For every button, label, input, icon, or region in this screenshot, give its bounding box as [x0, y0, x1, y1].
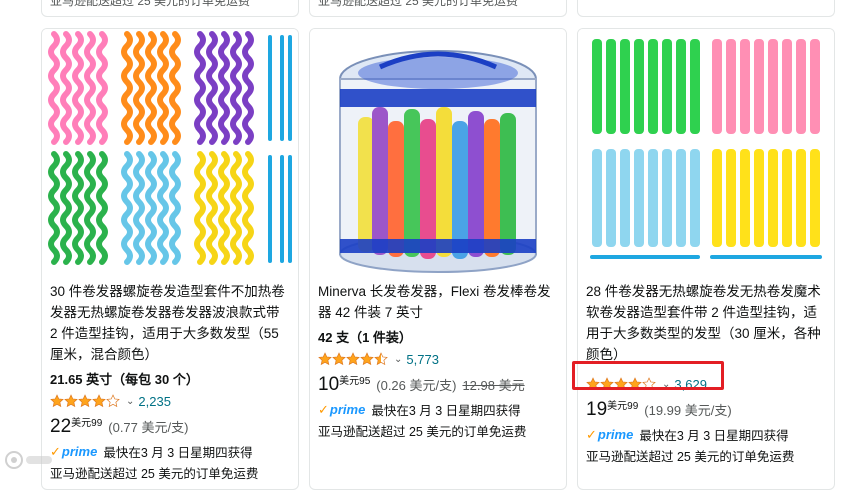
- star-icon: [360, 352, 374, 366]
- prime-delivery: ✓ prime 最快在3 月 3 日星期四获得: [318, 400, 558, 419]
- shipping-text: 亚马逊配送超过 25 美元的订单免运费: [318, 425, 527, 439]
- price[interactable]: 19美元99: [586, 399, 638, 421]
- delivery-text: 最快在3 月 3 日星期四获得: [639, 429, 789, 443]
- star-icon: [64, 394, 78, 408]
- chevron-down-icon[interactable]: ⌄: [394, 354, 402, 365]
- price-row: 19美元99 (19.99 美元/支): [586, 399, 826, 421]
- chevron-down-icon[interactable]: ⌄: [126, 396, 134, 407]
- price[interactable]: 10美元95: [318, 374, 370, 396]
- rating-highlight-box: [572, 361, 724, 390]
- size-label: 42 支（1 件装）: [318, 330, 412, 345]
- product-image[interactable]: [578, 29, 834, 274]
- prime-badge: ✓ prime: [318, 401, 366, 418]
- prime-delivery: ✓ prime 最快在3 月 3 日星期四获得: [50, 442, 290, 461]
- product-title-link[interactable]: 30 件卷发器螺旋卷发造型套件不加热卷发器无热螺旋卷发器卷发器波浪款式带 2 件…: [50, 281, 290, 365]
- product-title-link[interactable]: 28 件卷发器无热螺旋卷发无热卷发魔术软卷发器造型套件带 2 件造型挂钩，适用于…: [586, 281, 826, 365]
- prime-delivery: ✓ prime 最快在3 月 3 日星期四获得: [586, 425, 826, 444]
- prime-badge: ✓ prime: [586, 426, 634, 443]
- price[interactable]: 22美元99: [50, 416, 102, 438]
- review-count-link[interactable]: 5,773: [406, 352, 439, 367]
- star-rating-icon: [318, 352, 388, 366]
- product-title-link[interactable]: Minerva 长发卷发器，Flexi 卷发棒卷发器 42 件装 7 英寸: [318, 281, 558, 323]
- previous-card-bottom: [577, 0, 835, 17]
- delivery-text: 最快在3 月 3 日星期四获得: [103, 446, 253, 460]
- product-card[interactable]: 28 件卷发器无热螺旋卷发无热卷发魔术软卷发器造型套件带 2 件造型挂钩，适用于…: [577, 28, 835, 490]
- unit-price: (0.77 美元/支): [108, 420, 189, 435]
- star-icon: [318, 352, 332, 366]
- prime-badge: ✓ prime: [50, 443, 98, 460]
- delivery-text: 最快在3 月 3 日星期四获得: [371, 404, 521, 418]
- watermark-logo-icon: [5, 451, 52, 469]
- previous-card-bottom: 亚马逊配送超过 25 美元的订单免运费: [309, 0, 567, 17]
- star-icon: [332, 352, 346, 366]
- size-label: 21.65 英寸（每包 30 个）: [50, 372, 199, 387]
- review-count-link[interactable]: 2,235: [138, 394, 171, 409]
- star-icon: [92, 394, 106, 408]
- shipping-text: 亚马逊配送超过 25 美元的订单免运费: [318, 0, 519, 8]
- product-card[interactable]: Minerva 长发卷发器，Flexi 卷发棒卷发器 42 件装 7 英寸 42…: [309, 28, 567, 490]
- check-icon: ✓: [586, 426, 597, 442]
- product-image[interactable]: [42, 29, 298, 274]
- previous-card-bottom: 亚马逊配送超过 25 美元的订单免运费: [41, 0, 299, 17]
- star-icon: [50, 394, 64, 408]
- check-icon: ✓: [318, 401, 329, 417]
- unit-price: (0.26 美元/支): [376, 378, 457, 393]
- shipping-text: 亚马逊配送超过 25 美元的订单免运费: [50, 0, 251, 8]
- shipping-text: 亚马逊配送超过 25 美元的订单免运费: [586, 450, 795, 464]
- star-icon: [106, 394, 120, 408]
- product-image[interactable]: [310, 29, 566, 274]
- star-icon: [374, 352, 388, 366]
- rating[interactable]: ⌄ 2,235: [50, 392, 290, 410]
- product-card[interactable]: 30 件卷发器螺旋卷发造型套件不加热卷发器无热螺旋卷发器卷发器波浪款式带 2 件…: [41, 28, 299, 490]
- unit-price: (19.99 美元/支): [644, 403, 732, 418]
- star-icon: [346, 352, 360, 366]
- star-icon: [78, 394, 92, 408]
- list-price: 12.98 美元: [462, 378, 525, 393]
- price-row: 22美元99 (0.77 美元/支): [50, 416, 290, 438]
- rating[interactable]: ⌄ 5,773: [318, 350, 558, 368]
- star-rating-icon: [50, 394, 120, 408]
- shipping-text: 亚马逊配送超过 25 美元的订单免运费: [50, 467, 259, 481]
- price-row: 10美元95 (0.26 美元/支) 12.98 美元: [318, 374, 558, 396]
